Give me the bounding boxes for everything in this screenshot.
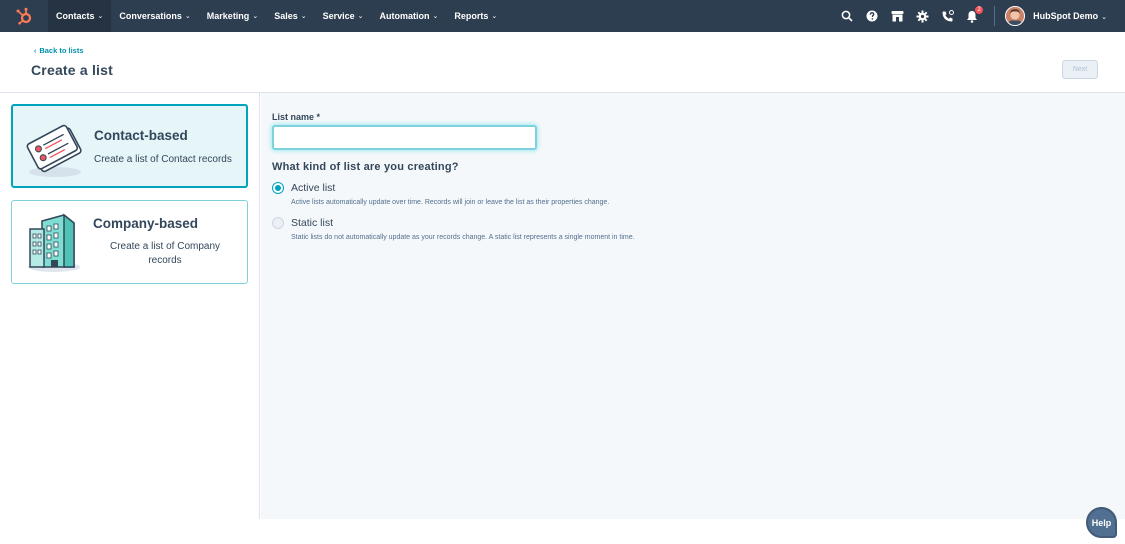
nav-marketing[interactable]: Marketing ⌄ [199,0,266,32]
list-type-panel: Contact-based Create a list of Contact r… [0,93,260,519]
nav-sales-label: Sales [274,11,298,21]
company-based-title: Company-based [93,216,199,231]
static-list-help-text: Static lists do not automatically update… [291,234,635,241]
contact-based-card[interactable]: Contact-based Create a list of Contact r… [11,104,248,188]
contact-based-title: Contact-based [94,128,188,143]
help-icon[interactable] [860,4,884,28]
page-title: Create a list [31,62,113,78]
company-based-description: Create a list of Company records [109,241,221,266]
settings-icon[interactable] [910,4,934,28]
search-icon[interactable] [835,4,859,28]
nav-contacts[interactable]: Contacts ⌄ [48,0,112,32]
nav-conversations[interactable]: Conversations ⌄ [111,0,198,32]
list-name-label: List name * [272,112,321,122]
building-icon [24,209,86,275]
chevron-down-icon: ⌄ [252,13,259,20]
hubspot-logo-icon[interactable] [0,0,48,32]
calling-icon[interactable] [935,4,959,28]
back-link-label: Back to lists [39,46,84,55]
chevron-down-icon: ⌄ [357,13,364,20]
chevron-down-icon: ⌄ [1101,14,1107,21]
top-navigation: Contacts ⌄ Conversations ⌄ Marketing ⌄ Sale… [0,0,1125,32]
nav-divider [994,6,996,26]
active-list-option[interactable]: Active list [272,182,335,194]
static-list-option[interactable]: Static list [272,217,333,229]
chevron-down-icon: ⌄ [432,13,439,20]
chevron-down-icon: ⌄ [184,13,191,20]
nav-automation-label: Automation [379,11,430,21]
static-list-label: Static list [291,217,334,229]
active-list-help-text: Active lists automatically update over t… [291,199,610,206]
nav-marketing-label: Marketing [206,11,250,21]
nav-sales[interactable]: Sales ⌄ [266,0,314,32]
list-name-input[interactable] [272,125,537,150]
chevron-down-icon: ⌄ [97,13,104,20]
nav-reports[interactable]: Reports ⌄ [446,0,505,32]
marketplace-icon[interactable] [885,4,909,28]
static-list-radio[interactable] [272,217,284,229]
nav-automation[interactable]: Automation ⌄ [372,0,447,32]
chevron-down-icon: ⌄ [491,13,498,20]
nav-contacts-label: Contacts [56,11,95,21]
contact-based-description: Create a list of Contact records [94,154,232,165]
nav-utilities: 2 HubSpot Demo ⌄ [834,0,1107,32]
list-settings-form: List name * What kind of list are you cr… [261,93,1125,519]
nav-service[interactable]: Service ⌄ [315,0,372,32]
list-kind-question: What kind of list are you creating? [272,161,459,173]
help-button[interactable]: Help [1086,507,1117,538]
notifications-count-badge: 2 [974,5,985,15]
active-list-label: Active list [291,182,336,194]
nav-reports-label: Reports [454,11,489,21]
avatar[interactable] [1005,6,1026,26]
chevron-down-icon: ⌄ [300,13,307,20]
back-to-lists-link[interactable]: ‹ Back to lists [34,46,84,55]
nav-conversations-label: Conversations [119,11,182,21]
company-based-card[interactable]: Company-based Create a list of Company r… [11,200,248,284]
chevron-left-icon: ‹ [34,48,37,55]
nav-service-label: Service [322,11,355,21]
active-list-radio[interactable] [272,182,284,194]
account-menu[interactable]: HubSpot Demo ⌄ [1033,11,1107,21]
main-menu: Contacts ⌄ Conversations ⌄ Marketing ⌄ Sale… [48,0,505,32]
account-name: HubSpot Demo [1033,11,1099,21]
next-button[interactable]: Next [1062,60,1098,79]
contact-cards-icon [25,114,87,180]
notifications-icon[interactable]: 2 [960,4,985,28]
